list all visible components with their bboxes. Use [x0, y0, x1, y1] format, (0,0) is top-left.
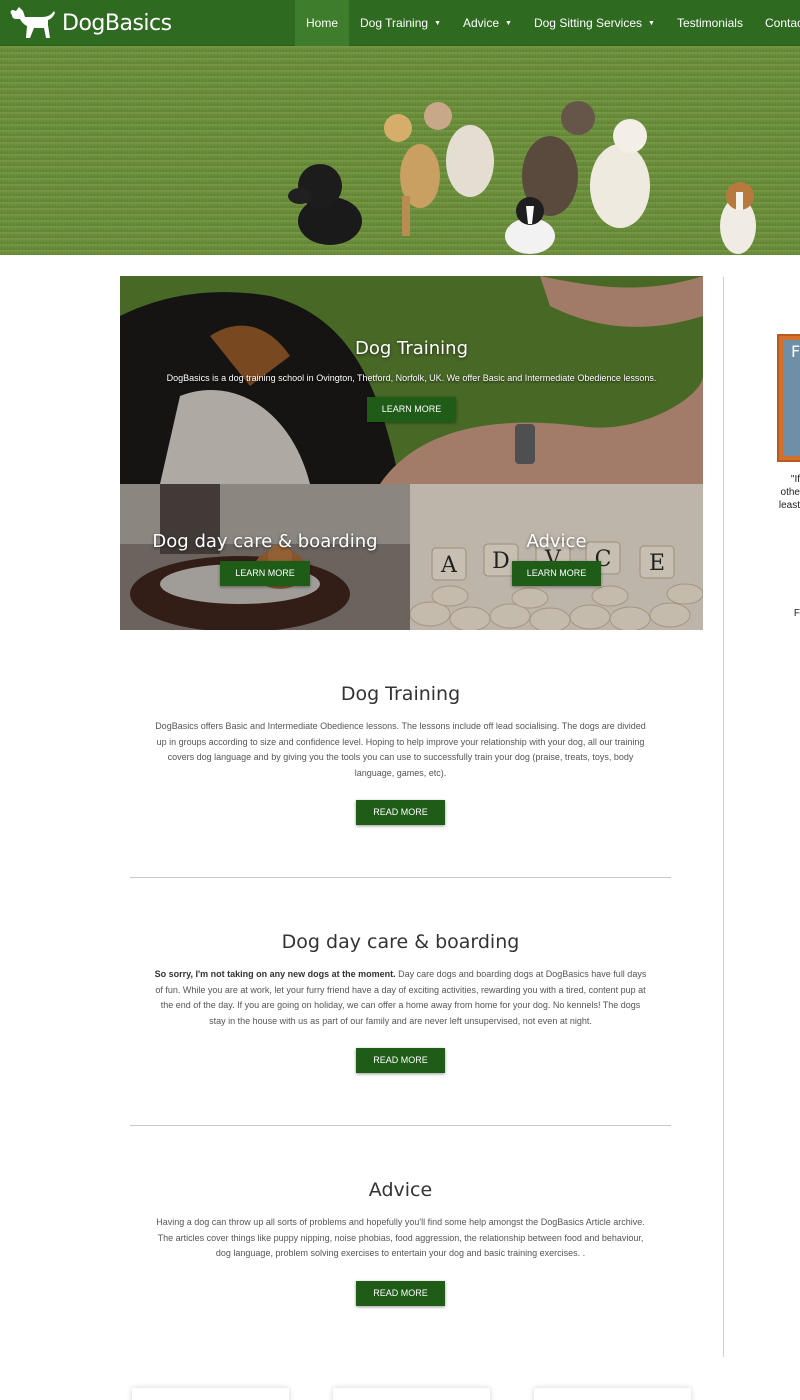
boarding-learn-more-button[interactable]: LEARN MORE [220, 561, 310, 586]
nav-item-label: Home [306, 16, 339, 30]
section-training-title: Dog Training [340, 683, 461, 705]
nav-item-label: Advice [463, 16, 500, 30]
section-advice-body: Having a dog can throw up all sorts of p… [156, 1217, 645, 1259]
section-dog-boarding: Dog day care & boarding So sorry, I'm no… [130, 931, 671, 1074]
training-read-more-button[interactable]: READ MORE [356, 800, 445, 826]
feature-grid: Dog Training DogBasics is a dog training… [120, 276, 703, 630]
training-learn-more-button[interactable]: LEARN MORE [366, 397, 457, 422]
section-training-body: DogBasics offers Basic and Intermediate … [155, 721, 646, 778]
nav-item-home[interactable]: Home [295, 0, 350, 46]
section-advice: Advice Having a dog can throw up all sor… [130, 1179, 671, 1306]
bottom-card[interactable] [534, 1388, 691, 1400]
dropdown-caret-icon: ▼ [505, 19, 512, 27]
advice-learn-more-button[interactable]: LEARN MORE [511, 561, 602, 586]
site-logo[interactable]: DogBasics [8, 4, 172, 42]
main-menu: Home Dog Training ▼ Advice ▼ Dog Sitting Serv… [295, 0, 800, 46]
section-divider [130, 877, 671, 878]
feature-panel-training-content: Dog Training DogBasics is a dog training… [120, 276, 703, 484]
boarding-notice: So sorry, I'm not taking on any new dogs… [154, 969, 396, 979]
dropdown-caret-icon: ▼ [434, 19, 441, 27]
advice-read-more-button[interactable]: READ MORE [356, 1280, 445, 1306]
sidebar-quote-line: least [778, 500, 800, 511]
nav-item-contact[interactable]: Contact [754, 0, 800, 46]
bottom-card[interactable] [132, 1388, 289, 1400]
section-divider [130, 1125, 671, 1126]
book-cover-image[interactable]: Fo [777, 334, 800, 462]
boarding-read-more-button[interactable]: READ MORE [356, 1048, 445, 1074]
sidebar-quote-line: "If [790, 474, 800, 485]
book-title: Fo [791, 342, 800, 361]
feature-panel-boarding: Dog day care & boarding LEARN MORE [120, 484, 410, 630]
dog-logo-icon [10, 7, 55, 38]
sidebar-divider [723, 277, 724, 1357]
nav-item-label: Dog Training [360, 16, 429, 30]
feature-panel-training: Dog Training DogBasics is a dog training… [120, 276, 703, 484]
sidebar-quote-line: F [793, 608, 800, 619]
nav-item-dog-sitting-services[interactable]: Dog Sitting Services ▼ [523, 0, 666, 46]
bottom-card[interactable] [333, 1388, 490, 1400]
feature-panel-advice: A D V C E Advice LEARN MORE [410, 484, 703, 630]
dropdown-caret-icon: ▼ [648, 19, 655, 27]
section-dog-training: Dog Training DogBasics offers Basic and … [130, 683, 671, 826]
nav-item-label: Testimonials [676, 16, 743, 30]
hero-banner-image [0, 46, 800, 255]
sidebar-quote-line: othe [780, 487, 800, 498]
feature-panel-boarding-content: Dog day care & boarding LEARN MORE [120, 484, 410, 630]
feature-training-description: DogBasics is a dog training school in Ov… [166, 373, 657, 383]
feature-training-title: Dog Training [354, 338, 469, 359]
nav-item-label: Contact [764, 16, 800, 30]
section-boarding-body: So sorry, I'm not taking on any new dogs… [130, 967, 671, 1029]
nav-item-dog-training[interactable]: Dog Training ▼ [349, 0, 452, 46]
section-boarding-title: Dog day care & boarding [281, 931, 520, 953]
feature-boarding-title: Dog day care & boarding [152, 531, 378, 552]
feature-advice-title: Advice [526, 531, 587, 552]
top-navigation-bar: DogBasics Home Dog Training ▼ Advice ▼ Dog Si… [0, 0, 800, 46]
nav-item-testimonials[interactable]: Testimonials [666, 0, 754, 46]
nav-item-advice[interactable]: Advice ▼ [452, 0, 523, 46]
section-advice-title: Advice [368, 1179, 433, 1201]
site-name: DogBasics [62, 10, 172, 36]
dogs-on-grass-illustration [0, 46, 800, 255]
feature-panel-advice-content: Advice LEARN MORE [410, 484, 703, 630]
nav-item-label: Dog Sitting Services [533, 16, 643, 30]
